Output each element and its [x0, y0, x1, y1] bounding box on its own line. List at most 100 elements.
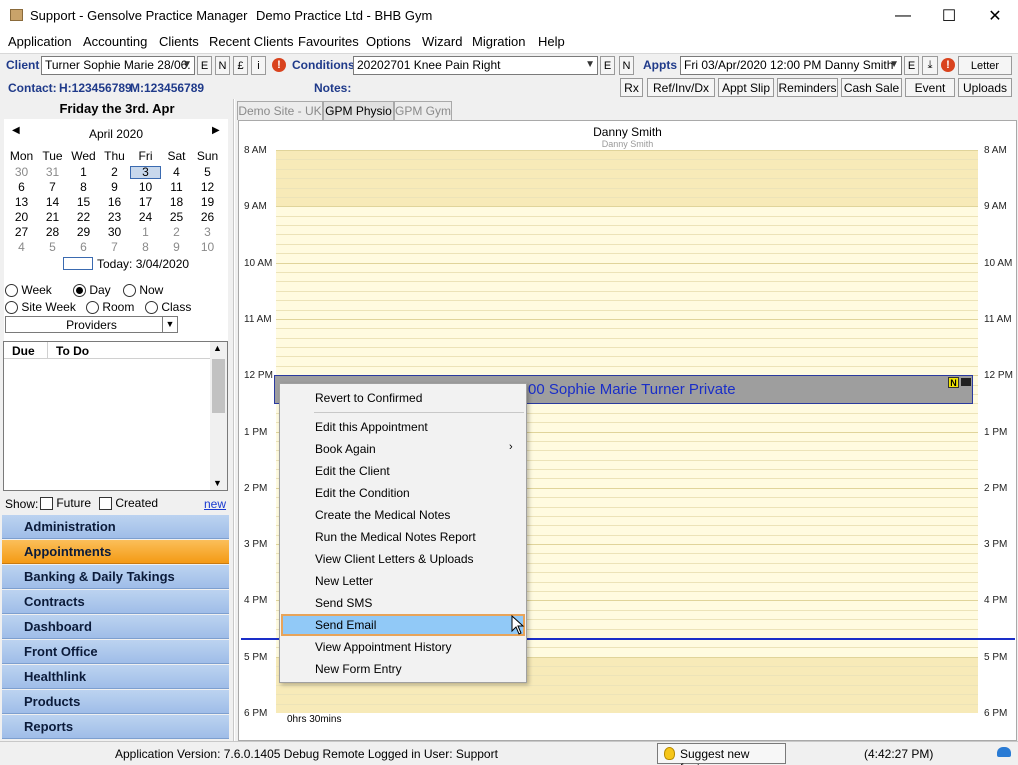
- calendar-day[interactable]: 8: [130, 240, 161, 255]
- todo-scrollbar[interactable]: ▲ ▼: [210, 342, 227, 490]
- calendar-day[interactable]: 13: [6, 195, 37, 210]
- nav-healthlink[interactable]: Healthlink: [2, 665, 229, 689]
- menu-clients[interactable]: Clients: [159, 34, 199, 49]
- reminders-button[interactable]: Reminders: [777, 78, 838, 97]
- calendar-day[interactable]: 22: [68, 210, 99, 225]
- client-account-button[interactable]: £: [233, 56, 248, 75]
- ctx-book-again[interactable]: Book Again ›: [281, 438, 525, 460]
- view-now-option[interactable]: Now: [123, 283, 163, 298]
- ctx-edit-client[interactable]: Edit the Client: [281, 460, 525, 482]
- conditions-select[interactable]: 20202701 Knee Pain Right ▼: [353, 56, 598, 75]
- ctx-run-medical-notes-report[interactable]: Run the Medical Notes Report: [281, 526, 525, 548]
- next-month-button[interactable]: ▶: [212, 125, 220, 136]
- calendar-day[interactable]: 30: [99, 225, 130, 240]
- menu-application[interactable]: Application: [8, 34, 72, 49]
- calendar-day[interactable]: 1: [130, 225, 161, 240]
- menu-help[interactable]: Help: [538, 34, 565, 49]
- tab-demo-site[interactable]: Demo Site - UK: [237, 101, 323, 120]
- radio-now[interactable]: [123, 284, 136, 298]
- col-due[interactable]: Due: [12, 344, 35, 358]
- calendar-day[interactable]: 26: [192, 210, 223, 225]
- condition-edit-button[interactable]: E: [600, 56, 615, 75]
- calendar-day[interactable]: 6: [6, 180, 37, 195]
- calendar-day[interactable]: 21: [37, 210, 68, 225]
- client-new-button[interactable]: N: [215, 56, 230, 75]
- calendar-day[interactable]: 14: [37, 195, 68, 210]
- ctx-send-sms[interactable]: Send SMS: [281, 592, 525, 614]
- radio-class[interactable]: [145, 301, 158, 315]
- view-day-option[interactable]: Day: [73, 283, 111, 298]
- calendar-day[interactable]: 18: [161, 195, 192, 210]
- calendar-day[interactable]: 3: [192, 225, 223, 240]
- download-icon[interactable]: ⤓: [922, 56, 938, 75]
- menu-accounting[interactable]: Accounting: [83, 34, 147, 49]
- view-room-option[interactable]: Room: [86, 300, 134, 315]
- appts-select[interactable]: Fri 03/Apr/2020 12:00 PM Danny Smith ▼: [680, 56, 902, 75]
- menu-wizard[interactable]: Wizard: [422, 34, 462, 49]
- new-todo-link[interactable]: new: [204, 497, 226, 511]
- calendar-day[interactable]: 9: [99, 180, 130, 195]
- event-button[interactable]: Event: [905, 78, 955, 97]
- ctx-view-letters-uploads[interactable]: View Client Letters & Uploads: [281, 548, 525, 570]
- uploads-button[interactable]: Uploads: [958, 78, 1012, 97]
- minimize-button[interactable]: —: [880, 0, 926, 31]
- calendar-day[interactable]: 4: [161, 165, 192, 180]
- ctx-new-form-entry[interactable]: New Form Entry: [281, 658, 525, 680]
- calendar-day[interactable]: 30: [6, 165, 37, 180]
- ctx-view-appointment-history[interactable]: View Appointment History: [281, 636, 525, 658]
- ctx-new-letter[interactable]: New Letter: [281, 570, 525, 592]
- nav-reports[interactable]: Reports: [2, 715, 229, 739]
- calendar-day[interactable]: 15: [68, 195, 99, 210]
- nav-administration[interactable]: Administration: [2, 515, 229, 539]
- menu-favourites[interactable]: Favourites: [298, 34, 359, 49]
- nav-front-office[interactable]: Front Office: [2, 640, 229, 664]
- ref-inv-dx-button[interactable]: Ref/Inv/Dx: [647, 78, 715, 97]
- today-label[interactable]: Today: 3/04/2020: [97, 257, 189, 271]
- calendar-day[interactable]: 31: [37, 165, 68, 180]
- suggest-feature-button[interactable]: Suggest new feature: [657, 743, 786, 765]
- col-todo[interactable]: To Do: [56, 344, 89, 358]
- calendar-day[interactable]: 10: [192, 240, 223, 255]
- calendar-day[interactable]: 2: [99, 165, 130, 180]
- calendar-day[interactable]: 3: [130, 166, 161, 179]
- rx-button[interactable]: Rx: [620, 78, 643, 97]
- ctx-edit-appointment[interactable]: Edit this Appointment: [281, 416, 525, 438]
- tab-gpm-physio[interactable]: GPM Physio: [323, 101, 394, 120]
- future-option[interactable]: Future: [40, 496, 91, 511]
- ctx-create-medical-notes[interactable]: Create the Medical Notes: [281, 504, 525, 526]
- calendar-day[interactable]: 5: [37, 240, 68, 255]
- close-button[interactable]: ✕: [972, 0, 1018, 31]
- letter-button[interactable]: Letter: [958, 56, 1012, 75]
- view-class-option[interactable]: Class: [145, 300, 191, 315]
- client-select[interactable]: Turner Sophie Marie 28/06. ▼: [41, 56, 195, 75]
- view-site-week-option[interactable]: Site Week: [5, 300, 76, 315]
- calendar-day[interactable]: 28: [37, 225, 68, 240]
- calendar-day[interactable]: 24: [130, 210, 161, 225]
- calendar-day[interactable]: 29: [68, 225, 99, 240]
- appt-slip-button[interactable]: Appt Slip: [718, 78, 774, 97]
- ctx-revert-to-confirmed[interactable]: Revert to Confirmed: [281, 387, 525, 409]
- future-checkbox[interactable]: [40, 497, 53, 511]
- client-alert-icon[interactable]: !: [272, 58, 286, 72]
- client-info-button[interactable]: i: [251, 56, 266, 75]
- calendar-day[interactable]: 9: [161, 240, 192, 255]
- maximize-button[interactable]: ☐: [926, 0, 972, 31]
- calendar-day[interactable]: 4: [6, 240, 37, 255]
- calendar-day[interactable]: 27: [6, 225, 37, 240]
- calendar-day[interactable]: 25: [161, 210, 192, 225]
- calendar-day[interactable]: 17: [130, 195, 161, 210]
- calendar-day[interactable]: 16: [99, 195, 130, 210]
- scroll-down-icon[interactable]: ▼: [213, 478, 222, 488]
- radio-day[interactable]: [73, 284, 86, 298]
- calendar-day[interactable]: 5: [192, 165, 223, 180]
- scroll-up-icon[interactable]: ▲: [213, 343, 222, 353]
- menu-recent-clients[interactable]: Recent Clients: [209, 34, 294, 49]
- ctx-send-email[interactable]: Send Email: [281, 614, 525, 636]
- nav-products[interactable]: Products: [2, 690, 229, 714]
- cloud-upload-icon[interactable]: [997, 747, 1011, 757]
- view-week-option[interactable]: Week: [5, 283, 52, 298]
- appt-edit-button[interactable]: E: [904, 56, 919, 75]
- today-box[interactable]: [63, 257, 93, 270]
- nav-appointments[interactable]: Appointments: [2, 540, 229, 564]
- scroll-thumb[interactable]: [212, 359, 225, 413]
